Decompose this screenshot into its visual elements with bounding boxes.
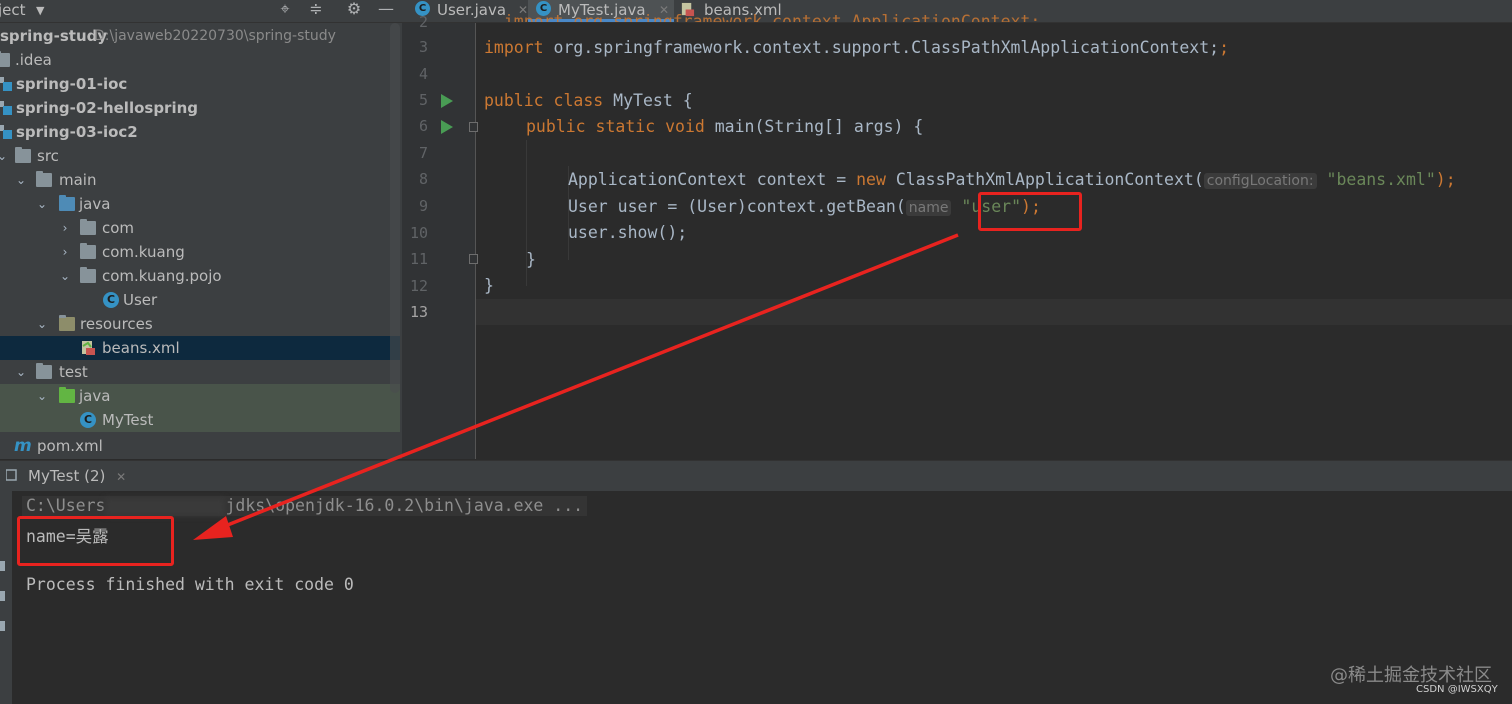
annotation-arrow — [193, 233, 959, 540]
watermark-subtext: CSDN @IWSXQY — [1416, 684, 1498, 695]
